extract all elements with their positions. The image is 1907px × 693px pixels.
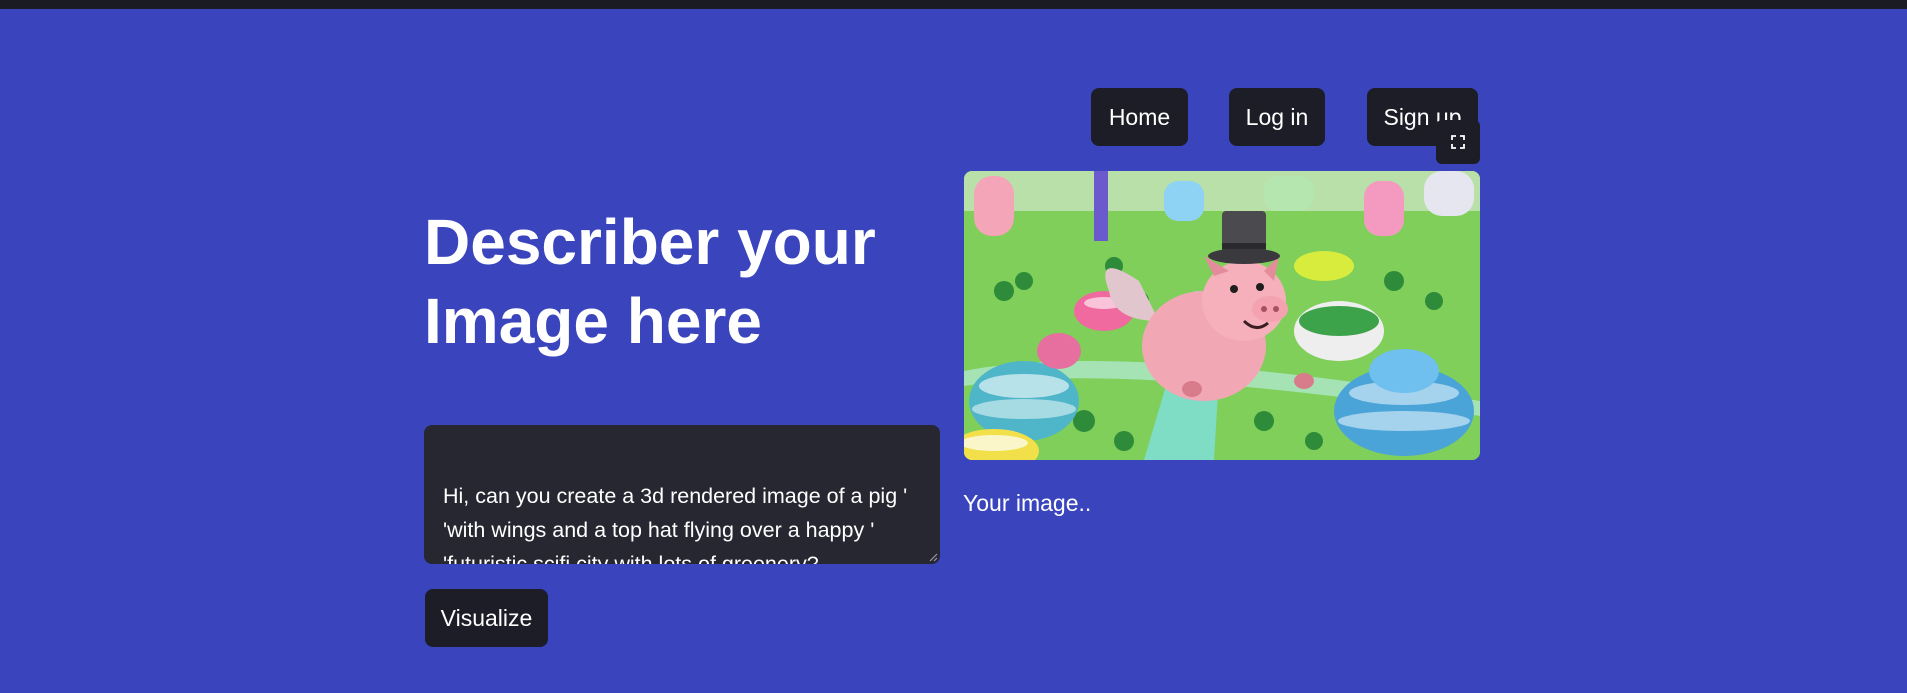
visualize-button[interactable]: Visualize bbox=[425, 589, 548, 647]
prompt-text: Hi, can you create a 3d rendered image o… bbox=[443, 484, 908, 564]
home-button[interactable]: Home bbox=[1091, 88, 1188, 146]
login-button[interactable]: Log in bbox=[1229, 88, 1325, 146]
fullscreen-button[interactable] bbox=[1436, 120, 1480, 164]
page-title: Describer your Image here bbox=[424, 206, 876, 357]
image-caption: Your image.. bbox=[963, 490, 1092, 516]
expand-icon bbox=[1451, 135, 1465, 149]
resize-handle-icon[interactable] bbox=[928, 552, 938, 562]
top-header-strip bbox=[0, 0, 1907, 9]
prompt-textarea[interactable]: Hi, can you create a 3d rendered image o… bbox=[424, 425, 940, 564]
flying-pig-image bbox=[964, 171, 1480, 460]
generated-image bbox=[964, 171, 1480, 460]
